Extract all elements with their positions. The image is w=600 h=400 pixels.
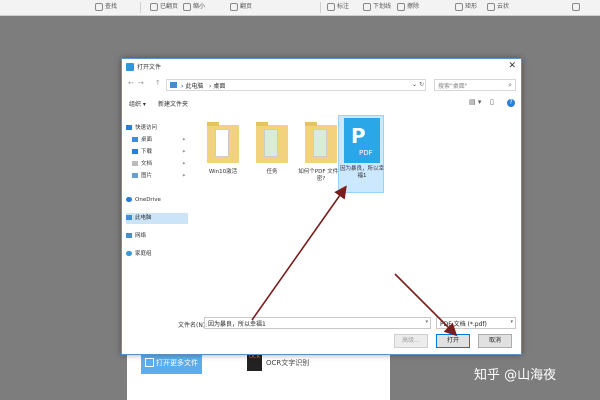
arrow-to-open-button [394,273,458,337]
arrow-to-pdf-file [251,185,347,321]
watermark: 知乎 @山海夜 [474,368,557,383]
annotation-arrows [251,185,458,337]
